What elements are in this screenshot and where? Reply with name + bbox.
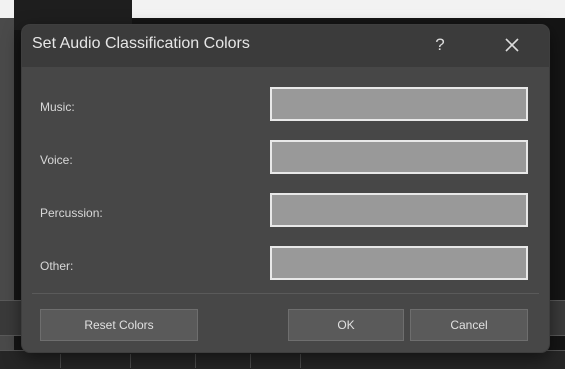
voice-color-swatch[interactable]	[270, 140, 528, 174]
music-color-swatch[interactable]	[270, 87, 528, 121]
help-button[interactable]: ?	[426, 31, 454, 59]
reset-colors-button[interactable]: Reset Colors	[40, 309, 198, 341]
voice-label: Voice:	[40, 153, 73, 167]
music-label: Music:	[40, 100, 75, 114]
other-label: Other:	[40, 259, 74, 273]
percussion-label: Percussion:	[40, 206, 103, 220]
percussion-color-swatch[interactable]	[270, 193, 528, 227]
close-button[interactable]	[498, 31, 526, 59]
background-app-statusbar	[0, 350, 565, 369]
close-icon	[505, 38, 519, 52]
other-color-swatch[interactable]	[270, 246, 528, 280]
audio-classification-colors-dialog: Set Audio Classification Colors ? Music:…	[22, 25, 549, 352]
statusbar-separator	[250, 354, 251, 368]
dialog-titlebar[interactable]: Set Audio Classification Colors ?	[22, 25, 549, 67]
statusbar-separator	[60, 354, 61, 368]
cancel-button[interactable]: Cancel	[410, 309, 528, 341]
statusbar-separator	[130, 354, 131, 368]
statusbar-separator	[195, 354, 196, 368]
dialog-title: Set Audio Classification Colors	[32, 35, 250, 52]
ok-button[interactable]: OK	[288, 309, 404, 341]
statusbar-separator	[300, 354, 301, 368]
dialog-divider	[32, 293, 539, 294]
